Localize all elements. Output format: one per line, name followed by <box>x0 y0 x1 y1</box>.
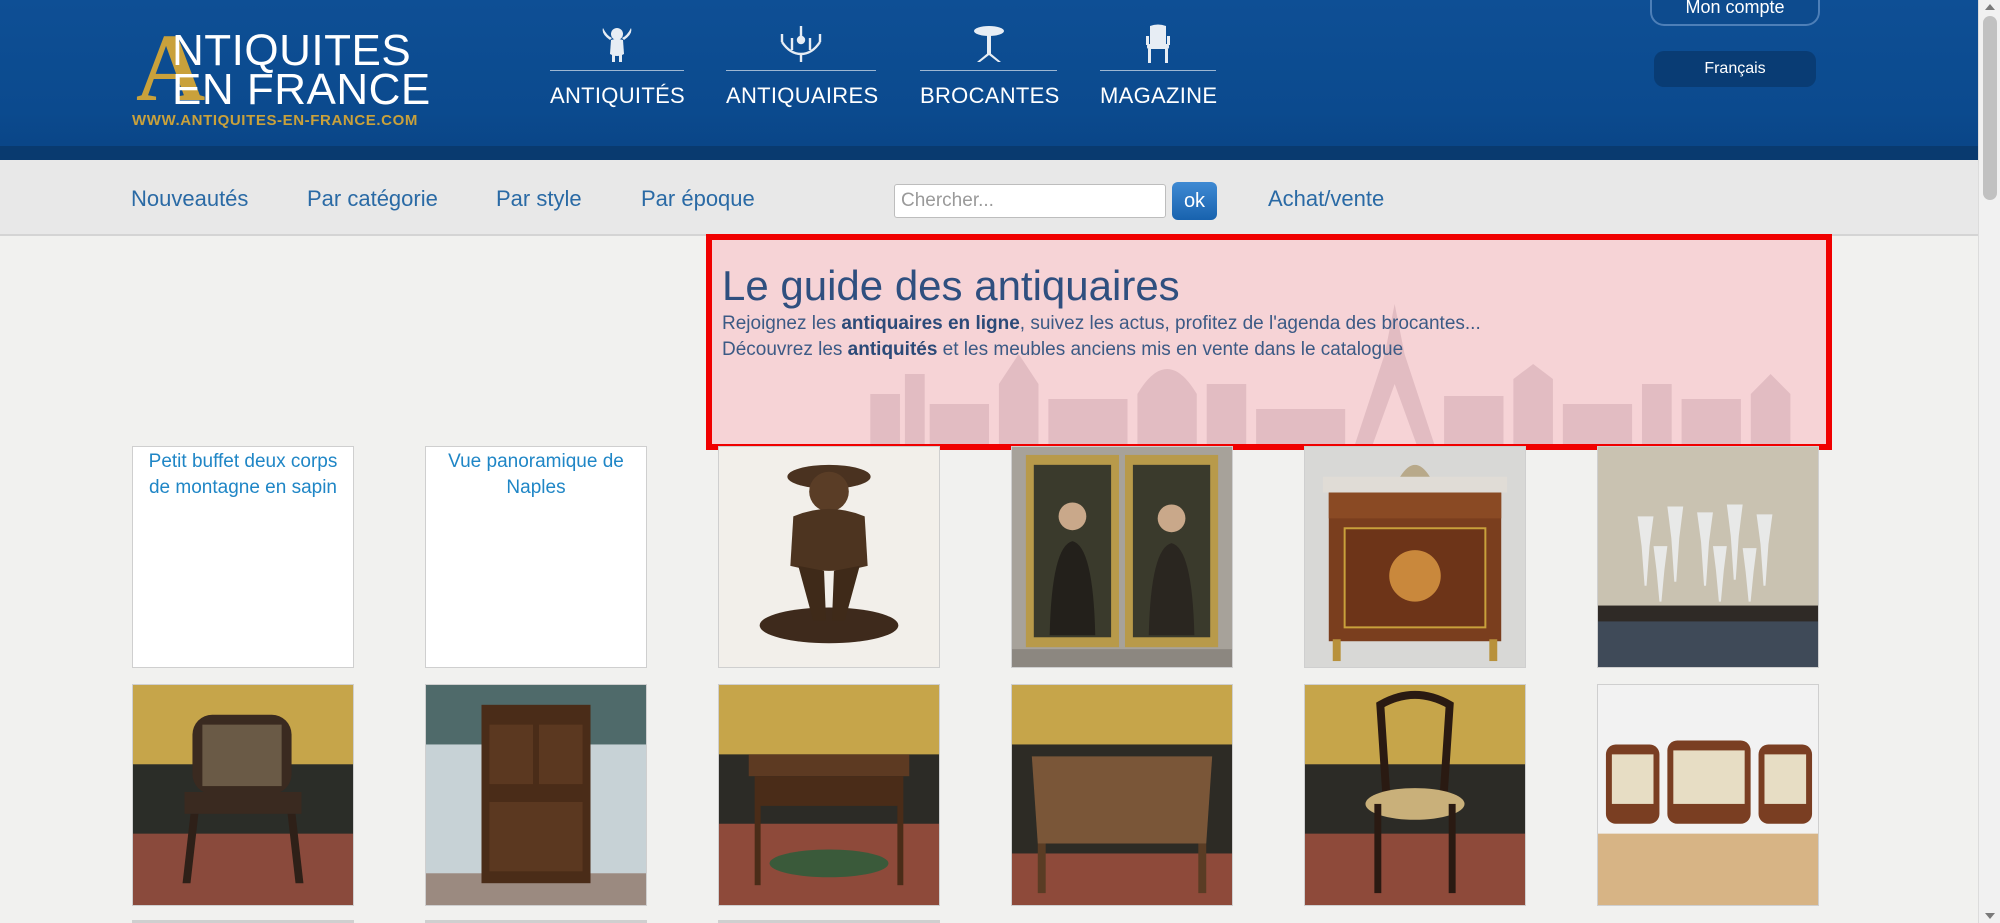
logo-text-line2: EN FRANCE <box>172 65 431 114</box>
mainnav-antiquaires[interactable]: ANTIQUAIRES <box>726 24 878 108</box>
product-tile[interactable] <box>718 446 940 668</box>
mainnav-label: MAGAZINE <box>1100 83 1218 108</box>
hero-banner: Le guide des antiquaires Rejoignez les a… <box>706 234 1832 450</box>
search-input[interactable] <box>894 184 1166 218</box>
broken-image-alt-text: Petit buffet deux corps de montagne en s… <box>148 451 338 498</box>
mainnav-magazine[interactable]: MAGAZINE <box>1100 24 1217 108</box>
hero-text: et les meubles anciens mis en vente dans… <box>937 339 1404 360</box>
subnav-achat-vente[interactable]: Achat/vente <box>1268 186 1384 212</box>
account-button[interactable]: Mon compte <box>1650 0 1820 26</box>
site-header: A NTIQUITES EN FRANCE WWW.ANTIQUITES-EN-… <box>0 0 1978 160</box>
page-scrollbar[interactable] <box>1978 0 2000 923</box>
product-image-carved-chair <box>133 685 353 905</box>
logo-url: WWW.ANTIQUITES-EN-FRANCE.COM <box>132 112 418 129</box>
mainnav-antiquites[interactable]: ANTIQUITÉS <box>550 24 685 108</box>
product-tile[interactable] <box>132 684 354 906</box>
scroll-down-arrow[interactable] <box>1985 913 1995 919</box>
nav-divider <box>920 70 1057 71</box>
sub-navigation: Nouveautés Par catégorie Par style Par é… <box>0 160 1978 236</box>
chandelier-icon <box>780 26 822 62</box>
subnav-par-epoque[interactable]: Par époque <box>641 186 755 212</box>
product-image-sofa-armchairs <box>1598 685 1818 905</box>
product-tile[interactable] <box>425 684 647 906</box>
subnav-nouveautes[interactable]: Nouveautés <box>131 186 248 212</box>
hero-text: Rejoignez les <box>722 313 842 334</box>
table-icon <box>973 26 1004 62</box>
chair-icon <box>1146 24 1170 63</box>
product-tile[interactable] <box>1597 446 1819 668</box>
mainnav-brocantes[interactable]: BROCANTES <box>920 24 1059 108</box>
scroll-up-arrow[interactable] <box>1985 4 1995 10</box>
hero-text-bold: antiquaires en ligne <box>841 313 1020 334</box>
hero-title: Le guide des antiquaires <box>722 262 1180 309</box>
scroll-thumb[interactable] <box>1983 16 1997 200</box>
subnav-par-style[interactable]: Par style <box>496 186 582 212</box>
hero-text: , suivez les actus, profitez de l'agenda… <box>1019 313 1481 334</box>
search-submit-button[interactable]: ok <box>1172 182 1217 220</box>
mainnav-label: ANTIQUAIRES <box>726 83 879 108</box>
subnav-par-categorie[interactable]: Par catégorie <box>307 186 438 212</box>
product-image-bentwood-chair <box>1305 685 1525 905</box>
language-selector[interactable]: Français <box>1654 51 1816 87</box>
broken-image-alt-text: Vue panoramique de Naples <box>448 451 624 498</box>
mainnav-label: ANTIQUITÉS <box>550 83 686 108</box>
product-image-crystal-glasses <box>1598 447 1818 667</box>
site-logo[interactable]: A NTIQUITES EN FRANCE WWW.ANTIQUITES-EN-… <box>130 20 435 132</box>
product-image-commode <box>1305 447 1525 667</box>
nav-divider <box>550 70 684 71</box>
product-tile[interactable] <box>718 684 940 906</box>
hero-text-line2: Découvrez les antiquités et les meubles … <box>722 339 1403 361</box>
nav-divider <box>1100 70 1216 71</box>
header-stripe <box>0 146 1978 160</box>
product-image-cabinet <box>426 685 646 905</box>
hero-text: Découvrez les <box>722 339 848 360</box>
product-tile[interactable] <box>1011 684 1233 906</box>
product-image-writing-table <box>719 685 939 905</box>
product-tile[interactable] <box>1304 684 1526 906</box>
product-image-square-table <box>1012 685 1232 905</box>
product-tile[interactable] <box>1597 684 1819 906</box>
product-tile[interactable]: Vue panoramique de Naples <box>425 446 647 668</box>
product-image-bronze-statue <box>719 447 939 667</box>
product-tile[interactable] <box>1011 446 1233 668</box>
product-tile[interactable]: Petit buffet deux corps de montagne en s… <box>132 446 354 668</box>
hero-text-line1: Rejoignez les antiquaires en ligne, suiv… <box>722 313 1481 335</box>
cherub-icon <box>602 28 632 62</box>
product-image-portraits <box>1012 447 1232 667</box>
nav-divider <box>726 70 876 71</box>
mainnav-label: BROCANTES <box>920 83 1060 108</box>
product-tile[interactable] <box>1304 446 1526 668</box>
hero-text-bold: antiquités <box>847 339 938 360</box>
